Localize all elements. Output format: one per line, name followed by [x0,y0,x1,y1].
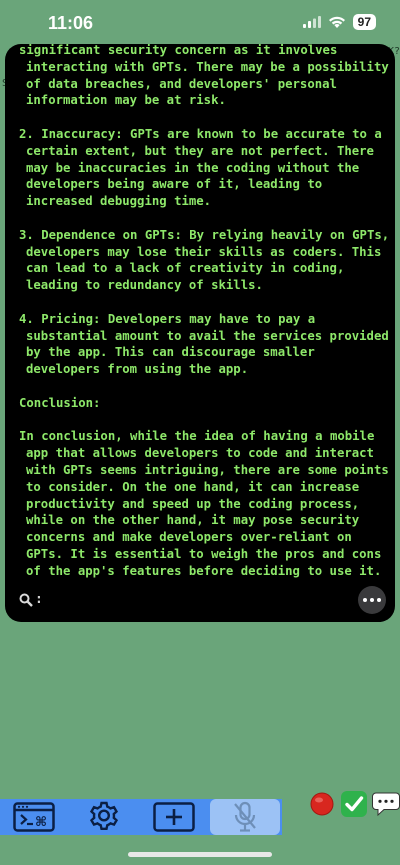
terminal-paragraph: Conclusion: [19,395,101,410]
settings-button[interactable] [84,799,124,835]
svg-text:⌘: ⌘ [35,815,47,830]
speech-bubble-icon [372,792,400,817]
check-mark-icon [345,796,364,812]
home-indicator[interactable] [128,852,272,857]
status-icons: 97 [302,14,376,30]
more-dot-icon [377,598,381,602]
add-button[interactable] [152,799,196,835]
status-bar: 11:06 97 [0,0,400,46]
terminal-output: significant security concern as it invol… [5,44,395,580]
bottom-toolbar: ⌘ [0,799,282,835]
more-options-button[interactable] [358,586,386,614]
wifi-icon [328,16,345,28]
stop-button[interactable] [309,791,335,817]
prompt-symbol: : [35,592,43,607]
mic-off-icon [234,801,256,832]
terminal-window[interactable]: significant security concern as it invol… [5,44,395,622]
microphone-button[interactable] [210,799,280,835]
mic-wrapper [210,799,280,835]
search-icon [19,593,33,607]
signal-icon [302,16,321,28]
red-circle-icon [310,792,334,816]
terminal-paragraph: 2. Inaccuracy: GPTs are known to be accu… [19,126,390,209]
terminal-command-icon: ⌘ [13,802,55,832]
status-time: 11:06 [48,13,94,33]
terminal-paragraph: significant security concern as it invol… [19,44,389,108]
more-dot-icon [370,598,374,602]
terminal-command-button[interactable]: ⌘ [12,799,56,835]
chat-button[interactable] [372,791,400,817]
more-dot-icon [363,598,367,602]
confirm-button[interactable] [341,791,367,817]
plus-box-icon [153,802,195,832]
command-prompt[interactable]: : [19,592,43,607]
battery-indicator: 97 [352,14,376,30]
gear-icon [89,801,119,830]
terminal-paragraph: 4. Pricing: Developers may have to pay a… [19,311,389,377]
terminal-paragraph: 3. Dependence on GPTs: By relying heavil… [19,227,390,293]
terminal-paragraph: In conclusion, while the idea of having … [19,429,389,578]
